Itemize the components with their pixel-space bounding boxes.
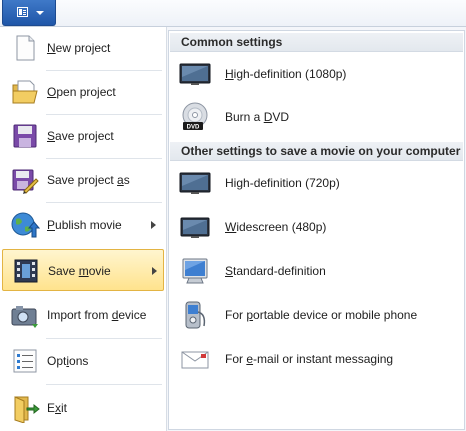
open-project-icon bbox=[12, 80, 38, 104]
menu-item-label: Exit bbox=[47, 401, 68, 415]
menu-item-label: Save movie bbox=[48, 264, 111, 278]
menu-item-label: Publish movie bbox=[47, 218, 122, 232]
left-menu: New project Open project Save project Sa… bbox=[0, 27, 167, 431]
submenu-arrow-icon bbox=[151, 221, 156, 229]
submenu-item-label: For portable device or mobile phone bbox=[225, 308, 418, 322]
app-menu-button[interactable] bbox=[2, 0, 56, 26]
submenu-item-standard-definition[interactable]: Standard-definition bbox=[170, 250, 463, 292]
separator bbox=[46, 338, 162, 339]
hd-monitor-icon bbox=[179, 172, 211, 194]
menu-item-new-project[interactable]: New project bbox=[2, 27, 164, 69]
email-icon bbox=[181, 351, 209, 369]
submenu-item-label: For e-mail or instant messaging bbox=[225, 352, 394, 366]
menu-item-label: Options bbox=[47, 354, 89, 368]
standard-monitor-icon bbox=[182, 258, 208, 284]
mobile-phone-icon bbox=[185, 301, 206, 329]
menu-item-save-project[interactable]: Save project bbox=[2, 115, 164, 157]
options-icon bbox=[13, 349, 37, 373]
submenu-arrow-icon bbox=[152, 267, 157, 275]
chevron-down-icon bbox=[36, 11, 44, 15]
widescreen-monitor-icon bbox=[180, 217, 210, 238]
menu-item-save-movie[interactable]: Save movie bbox=[2, 249, 164, 291]
save-movie-submenu: Common settings High-definition (1080p) … bbox=[168, 30, 465, 430]
exit-icon bbox=[14, 396, 40, 423]
submenu-item-widescreen-480p[interactable]: Widescreen (480p) bbox=[170, 206, 463, 248]
application-menu: New project Open project Save project Sa… bbox=[0, 26, 466, 431]
title-bar bbox=[0, 0, 466, 27]
save-project-icon bbox=[13, 124, 37, 148]
menu-item-label: Import from device bbox=[47, 308, 147, 322]
publish-movie-icon bbox=[11, 212, 40, 238]
menu-item-exit[interactable]: Exit bbox=[2, 387, 164, 429]
separator bbox=[46, 384, 162, 385]
submenu-item-portable-device[interactable]: For portable device or mobile phone bbox=[170, 294, 463, 336]
submenu-item-label: Standard-definition bbox=[225, 264, 326, 278]
dvd-icon: DVD bbox=[182, 102, 208, 131]
menu-item-label: Open project bbox=[47, 85, 116, 99]
menu-item-save-project-as[interactable]: Save project as bbox=[2, 159, 164, 201]
submenu-item-email-im[interactable]: For e-mail or instant messaging bbox=[170, 338, 463, 380]
menu-item-open-project[interactable]: Open project bbox=[2, 71, 164, 113]
menu-item-import-from-device[interactable]: Import from device bbox=[2, 294, 164, 336]
submenu-item-label: Burn a DVD bbox=[225, 110, 290, 124]
section-header-common-settings: Common settings bbox=[170, 33, 463, 52]
menu-item-label: New project bbox=[47, 41, 111, 55]
menu-item-label: Save project bbox=[47, 129, 114, 143]
new-project-icon bbox=[16, 35, 35, 61]
svg-text:DVD: DVD bbox=[187, 125, 200, 131]
menu-item-publish-movie[interactable]: Publish movie bbox=[2, 204, 164, 246]
save-project-as-icon bbox=[12, 169, 39, 194]
submenu-item-label: High-definition (1080p) bbox=[225, 67, 347, 81]
menu-item-label: Save project as bbox=[47, 173, 130, 187]
submenu-item-burn-dvd[interactable]: DVD Burn a DVD bbox=[170, 96, 463, 138]
app-menu-icon bbox=[17, 7, 28, 17]
submenu-item-label: Widescreen (480p) bbox=[225, 220, 327, 234]
save-movie-icon bbox=[14, 259, 38, 283]
menu-item-options[interactable]: Options bbox=[2, 340, 164, 382]
separator bbox=[46, 202, 162, 203]
section-header-other-settings: Other settings to save a movie on your c… bbox=[170, 142, 463, 161]
submenu-item-label: High-definition (720p) bbox=[225, 176, 340, 190]
submenu-item-hd-720p[interactable]: High-definition (720p) bbox=[170, 162, 463, 204]
submenu-item-hd-1080p[interactable]: High-definition (1080p) bbox=[170, 53, 463, 95]
hd-monitor-icon bbox=[179, 63, 211, 85]
import-device-icon bbox=[11, 306, 38, 328]
